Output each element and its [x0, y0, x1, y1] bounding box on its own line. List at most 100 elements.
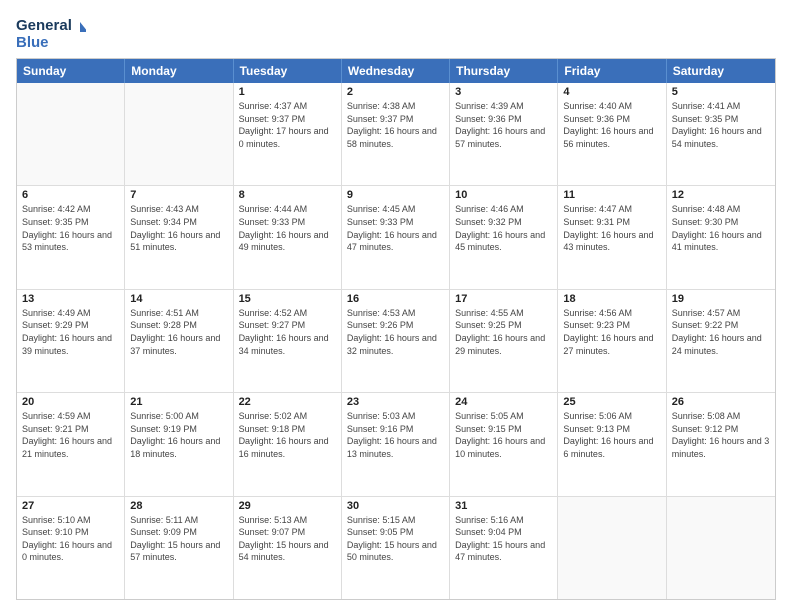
day-number: 31 — [455, 500, 552, 512]
day-number: 4 — [563, 86, 660, 98]
day-number: 15 — [239, 293, 336, 305]
cell-info: Sunrise: 4:56 AMSunset: 9:23 PMDaylight:… — [563, 307, 660, 357]
calendar-cell: 31 Sunrise: 5:16 AMSunset: 9:04 PMDaylig… — [450, 497, 558, 599]
calendar: SundayMondayTuesdayWednesdayThursdayFrid… — [16, 58, 776, 600]
day-number: 19 — [672, 293, 770, 305]
svg-text:Blue: Blue — [16, 34, 49, 51]
calendar-cell: 11 Sunrise: 4:47 AMSunset: 9:31 PMDaylig… — [558, 186, 666, 288]
day-number: 20 — [22, 396, 119, 408]
calendar-body: 1 Sunrise: 4:37 AMSunset: 9:37 PMDayligh… — [17, 83, 775, 599]
day-number: 21 — [130, 396, 227, 408]
day-number: 14 — [130, 293, 227, 305]
calendar-header-cell: Monday — [125, 59, 233, 83]
day-number: 13 — [22, 293, 119, 305]
cell-info: Sunrise: 4:57 AMSunset: 9:22 PMDaylight:… — [672, 307, 770, 357]
calendar-header-cell: Thursday — [450, 59, 558, 83]
day-number: 7 — [130, 189, 227, 201]
calendar-cell: 16 Sunrise: 4:53 AMSunset: 9:26 PMDaylig… — [342, 290, 450, 392]
cell-info: Sunrise: 4:39 AMSunset: 9:36 PMDaylight:… — [455, 100, 552, 150]
cell-info: Sunrise: 5:11 AMSunset: 9:09 PMDaylight:… — [130, 514, 227, 564]
cell-info: Sunrise: 4:55 AMSunset: 9:25 PMDaylight:… — [455, 307, 552, 357]
calendar-cell: 12 Sunrise: 4:48 AMSunset: 9:30 PMDaylig… — [667, 186, 775, 288]
calendar-cell — [17, 83, 125, 185]
calendar-header-cell: Tuesday — [234, 59, 342, 83]
calendar-cell: 26 Sunrise: 5:08 AMSunset: 9:12 PMDaylig… — [667, 393, 775, 495]
cell-info: Sunrise: 4:46 AMSunset: 9:32 PMDaylight:… — [455, 203, 552, 253]
day-number: 3 — [455, 86, 552, 98]
cell-info: Sunrise: 5:10 AMSunset: 9:10 PMDaylight:… — [22, 514, 119, 564]
calendar-cell: 20 Sunrise: 4:59 AMSunset: 9:21 PMDaylig… — [17, 393, 125, 495]
calendar-cell: 13 Sunrise: 4:49 AMSunset: 9:29 PMDaylig… — [17, 290, 125, 392]
cell-info: Sunrise: 4:52 AMSunset: 9:27 PMDaylight:… — [239, 307, 336, 357]
day-number: 9 — [347, 189, 444, 201]
day-number: 28 — [130, 500, 227, 512]
cell-info: Sunrise: 4:49 AMSunset: 9:29 PMDaylight:… — [22, 307, 119, 357]
cell-info: Sunrise: 5:05 AMSunset: 9:15 PMDaylight:… — [455, 410, 552, 460]
calendar-header-cell: Saturday — [667, 59, 775, 83]
calendar-cell: 9 Sunrise: 4:45 AMSunset: 9:33 PMDayligh… — [342, 186, 450, 288]
cell-info: Sunrise: 4:37 AMSunset: 9:37 PMDaylight:… — [239, 100, 336, 150]
day-number: 23 — [347, 396, 444, 408]
cell-info: Sunrise: 4:43 AMSunset: 9:34 PMDaylight:… — [130, 203, 227, 253]
calendar-cell: 29 Sunrise: 5:13 AMSunset: 9:07 PMDaylig… — [234, 497, 342, 599]
calendar-cell: 1 Sunrise: 4:37 AMSunset: 9:37 PMDayligh… — [234, 83, 342, 185]
day-number: 1 — [239, 86, 336, 98]
cell-info: Sunrise: 5:06 AMSunset: 9:13 PMDaylight:… — [563, 410, 660, 460]
calendar-week: 13 Sunrise: 4:49 AMSunset: 9:29 PMDaylig… — [17, 290, 775, 393]
calendar-cell: 15 Sunrise: 4:52 AMSunset: 9:27 PMDaylig… — [234, 290, 342, 392]
calendar-week: 1 Sunrise: 4:37 AMSunset: 9:37 PMDayligh… — [17, 83, 775, 186]
day-number: 22 — [239, 396, 336, 408]
calendar-cell: 17 Sunrise: 4:55 AMSunset: 9:25 PMDaylig… — [450, 290, 558, 392]
calendar-cell: 14 Sunrise: 4:51 AMSunset: 9:28 PMDaylig… — [125, 290, 233, 392]
day-number: 29 — [239, 500, 336, 512]
day-number: 16 — [347, 293, 444, 305]
calendar-cell — [558, 497, 666, 599]
calendar-cell: 27 Sunrise: 5:10 AMSunset: 9:10 PMDaylig… — [17, 497, 125, 599]
calendar-header-cell: Friday — [558, 59, 666, 83]
calendar-cell: 3 Sunrise: 4:39 AMSunset: 9:36 PMDayligh… — [450, 83, 558, 185]
calendar-header: SundayMondayTuesdayWednesdayThursdayFrid… — [17, 59, 775, 83]
day-number: 27 — [22, 500, 119, 512]
cell-info: Sunrise: 4:42 AMSunset: 9:35 PMDaylight:… — [22, 203, 119, 253]
cell-info: Sunrise: 4:59 AMSunset: 9:21 PMDaylight:… — [22, 410, 119, 460]
cell-info: Sunrise: 4:51 AMSunset: 9:28 PMDaylight:… — [130, 307, 227, 357]
day-number: 17 — [455, 293, 552, 305]
calendar-cell: 8 Sunrise: 4:44 AMSunset: 9:33 PMDayligh… — [234, 186, 342, 288]
page: General Blue SundayMondayTuesdayWednesda… — [0, 0, 792, 612]
day-number: 6 — [22, 189, 119, 201]
calendar-cell: 18 Sunrise: 4:56 AMSunset: 9:23 PMDaylig… — [558, 290, 666, 392]
day-number: 18 — [563, 293, 660, 305]
day-number: 8 — [239, 189, 336, 201]
calendar-week: 20 Sunrise: 4:59 AMSunset: 9:21 PMDaylig… — [17, 393, 775, 496]
cell-info: Sunrise: 5:15 AMSunset: 9:05 PMDaylight:… — [347, 514, 444, 564]
calendar-cell: 25 Sunrise: 5:06 AMSunset: 9:13 PMDaylig… — [558, 393, 666, 495]
cell-info: Sunrise: 4:53 AMSunset: 9:26 PMDaylight:… — [347, 307, 444, 357]
day-number: 11 — [563, 189, 660, 201]
day-number: 25 — [563, 396, 660, 408]
calendar-cell: 30 Sunrise: 5:15 AMSunset: 9:05 PMDaylig… — [342, 497, 450, 599]
calendar-cell: 22 Sunrise: 5:02 AMSunset: 9:18 PMDaylig… — [234, 393, 342, 495]
cell-info: Sunrise: 4:41 AMSunset: 9:35 PMDaylight:… — [672, 100, 770, 150]
calendar-cell: 19 Sunrise: 4:57 AMSunset: 9:22 PMDaylig… — [667, 290, 775, 392]
cell-info: Sunrise: 5:13 AMSunset: 9:07 PMDaylight:… — [239, 514, 336, 564]
calendar-cell: 24 Sunrise: 5:05 AMSunset: 9:15 PMDaylig… — [450, 393, 558, 495]
calendar-cell: 21 Sunrise: 5:00 AMSunset: 9:19 PMDaylig… — [125, 393, 233, 495]
day-number: 10 — [455, 189, 552, 201]
calendar-cell: 23 Sunrise: 5:03 AMSunset: 9:16 PMDaylig… — [342, 393, 450, 495]
calendar-cell — [125, 83, 233, 185]
logo: General Blue — [16, 12, 86, 52]
cell-info: Sunrise: 5:02 AMSunset: 9:18 PMDaylight:… — [239, 410, 336, 460]
cell-info: Sunrise: 4:44 AMSunset: 9:33 PMDaylight:… — [239, 203, 336, 253]
cell-info: Sunrise: 5:16 AMSunset: 9:04 PMDaylight:… — [455, 514, 552, 564]
header: General Blue — [16, 12, 776, 52]
calendar-cell: 28 Sunrise: 5:11 AMSunset: 9:09 PMDaylig… — [125, 497, 233, 599]
calendar-header-cell: Wednesday — [342, 59, 450, 83]
calendar-header-cell: Sunday — [17, 59, 125, 83]
calendar-cell: 10 Sunrise: 4:46 AMSunset: 9:32 PMDaylig… — [450, 186, 558, 288]
day-number: 24 — [455, 396, 552, 408]
calendar-week: 27 Sunrise: 5:10 AMSunset: 9:10 PMDaylig… — [17, 497, 775, 599]
cell-info: Sunrise: 4:48 AMSunset: 9:30 PMDaylight:… — [672, 203, 770, 253]
cell-info: Sunrise: 5:03 AMSunset: 9:16 PMDaylight:… — [347, 410, 444, 460]
day-number: 26 — [672, 396, 770, 408]
day-number: 2 — [347, 86, 444, 98]
